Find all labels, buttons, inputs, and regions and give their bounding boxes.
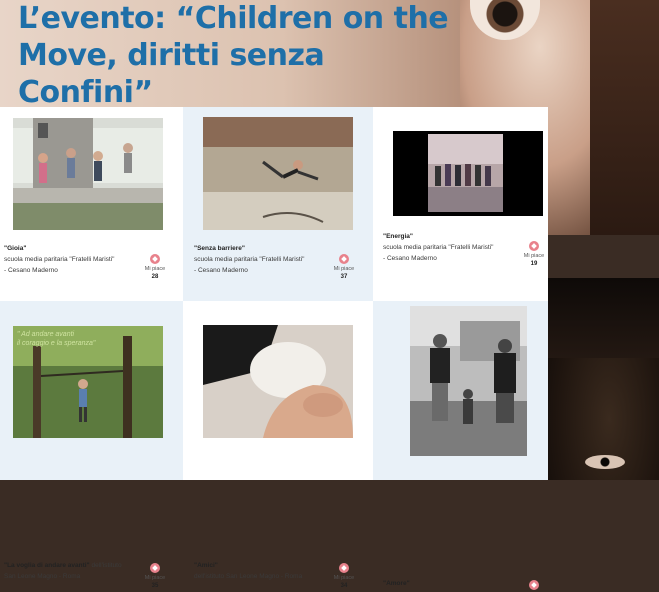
- card-photo[interactable]: [13, 118, 163, 230]
- gallery-card[interactable]: "Senza barriere" scuola media paritaria …: [183, 107, 373, 301]
- heart-icon: [150, 254, 160, 264]
- card-school: dell'istituto: [91, 562, 122, 569]
- like-button[interactable]: [514, 580, 554, 592]
- like-button[interactable]: Mi piace 28: [135, 254, 175, 280]
- card-photo[interactable]: [203, 117, 353, 230]
- like-label: Mi piace: [523, 253, 545, 259]
- card-school: dell'istituto San Leone Magno - Roma: [194, 573, 303, 580]
- like-label: Mi piace: [333, 266, 355, 272]
- like-count: 19: [530, 261, 538, 267]
- girl-hair: [590, 0, 659, 235]
- card-photo[interactable]: " Ad andare avanti il coraggio e la spera…: [13, 326, 163, 438]
- card-title: "La voglia di andare avanti": [4, 562, 90, 569]
- card-title: "Energia": [383, 233, 414, 240]
- gallery-card[interactable]: "Energia" scuola media paritaria "Fratel…: [373, 107, 548, 301]
- photo-gallery: "Gioia" scuola media paritaria "Fratelli…: [0, 107, 548, 590]
- card-location: - Cesano Maderno: [194, 267, 248, 274]
- like-label: Mi piace: [144, 575, 166, 581]
- heart-icon: [150, 563, 160, 573]
- heart-icon: [339, 254, 349, 264]
- card-photo[interactable]: [393, 131, 543, 216]
- like-count: 35: [151, 583, 159, 589]
- page-title: L’evento: “Children on the Move, diritti…: [18, 1, 449, 110]
- gallery-card[interactable]: "Gioia" scuola media paritaria "Fratelli…: [0, 107, 183, 301]
- card-title: "Gioia": [4, 245, 27, 252]
- card-title: "Senza barriere": [194, 245, 245, 252]
- card-photo[interactable]: [203, 325, 353, 438]
- like-button[interactable]: Mi piace 37: [324, 254, 364, 280]
- card-photo[interactable]: [410, 306, 527, 456]
- card-school: scuola media paritaria "Fratelli Maristi…: [194, 256, 305, 263]
- like-label: Mi piace: [333, 575, 355, 581]
- card-school: scuola media paritaria "Fratelli Maristi…: [4, 256, 115, 263]
- like-label: Mi piace: [144, 266, 166, 272]
- like-count: 28: [151, 274, 159, 280]
- gallery-card[interactable]: "Amore": [373, 301, 548, 590]
- like-count: 34: [340, 583, 348, 589]
- card-location: - Cesano Maderno: [383, 255, 437, 262]
- gallery-card[interactable]: "Amici" dell'istituto San Leone Magno - …: [183, 301, 373, 589]
- like-count: 37: [340, 274, 348, 280]
- card-title: "Amore": [383, 580, 410, 587]
- heart-icon: [529, 580, 539, 590]
- like-button[interactable]: Mi piace 35: [135, 563, 175, 589]
- card-location: San Leone Magno - Roma: [4, 573, 81, 580]
- like-button[interactable]: Mi piace 19: [514, 241, 554, 267]
- heart-icon: [339, 563, 349, 573]
- gallery-card[interactable]: " Ad andare avanti il coraggio e la spera…: [0, 301, 183, 589]
- like-button[interactable]: Mi piace 34: [324, 563, 364, 589]
- boy-hair: [548, 278, 659, 358]
- card-school: scuola media paritaria "Fratelli Maristi…: [383, 244, 494, 251]
- boy-eye: [585, 455, 625, 469]
- card-title: "Amici": [194, 562, 218, 569]
- heart-icon: [529, 241, 539, 251]
- card-location: - Cesano Maderno: [4, 267, 58, 274]
